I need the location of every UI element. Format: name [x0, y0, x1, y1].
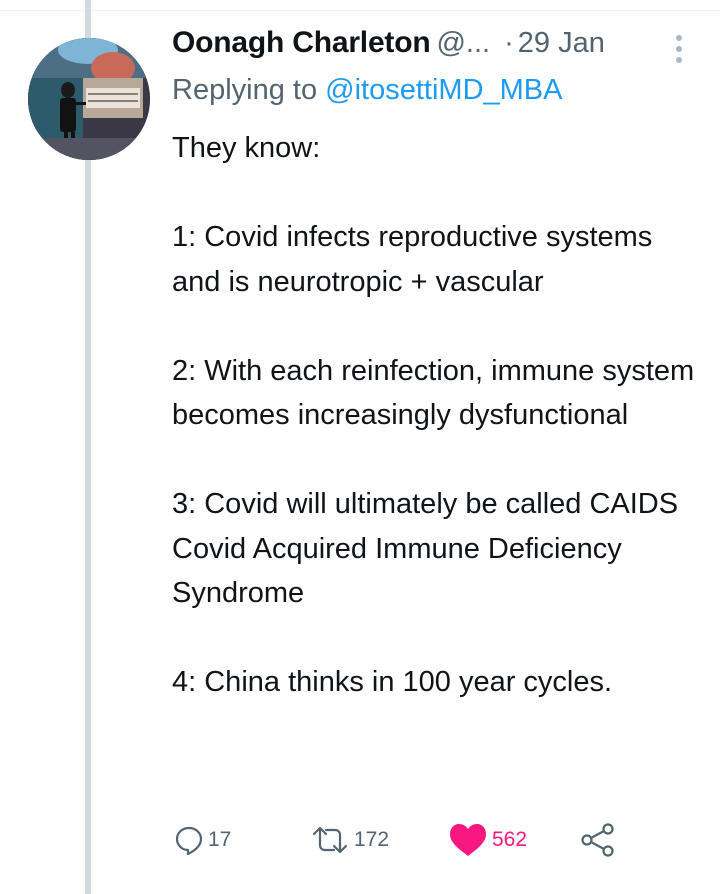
share-button[interactable]	[580, 815, 616, 865]
avatar-image	[28, 38, 150, 160]
tweet-text: They know: 1: Covid infects reproductive…	[172, 132, 695, 698]
replying-prefix: Replying to	[172, 74, 318, 106]
separator-dot: ·	[504, 27, 514, 59]
top-divider	[0, 0, 720, 11]
share-nodes-icon	[580, 823, 616, 857]
vertical-dots-icon[interactable]	[672, 32, 686, 66]
retweet-count: 172	[354, 828, 390, 851]
replying-to-handle[interactable]: @itosettiMD_MBA	[325, 74, 562, 106]
retweet-button[interactable]: 172	[310, 815, 389, 865]
author-display-name[interactable]: Oonagh Charleton	[172, 26, 431, 59]
reply-button[interactable]: 17	[174, 815, 231, 865]
tweet-date[interactable]: 29 Jan	[518, 27, 605, 59]
comment-bubble-icon	[174, 825, 204, 855]
like-count: 562	[492, 828, 528, 851]
like-button[interactable]: 562	[448, 815, 527, 865]
tweet-actions: 17 172 562	[172, 815, 702, 865]
retweet-arrows-icon	[310, 825, 350, 855]
tweet-header: Oonagh Charleton @... · 29 Jan	[172, 26, 702, 70]
avatar[interactable]	[28, 38, 150, 160]
heart-icon	[448, 823, 488, 857]
reply-count: 17	[208, 828, 232, 851]
author-handle[interactable]: @...	[436, 27, 490, 59]
replying-to-line: Replying to @itosettiMD_MBA	[172, 74, 562, 107]
